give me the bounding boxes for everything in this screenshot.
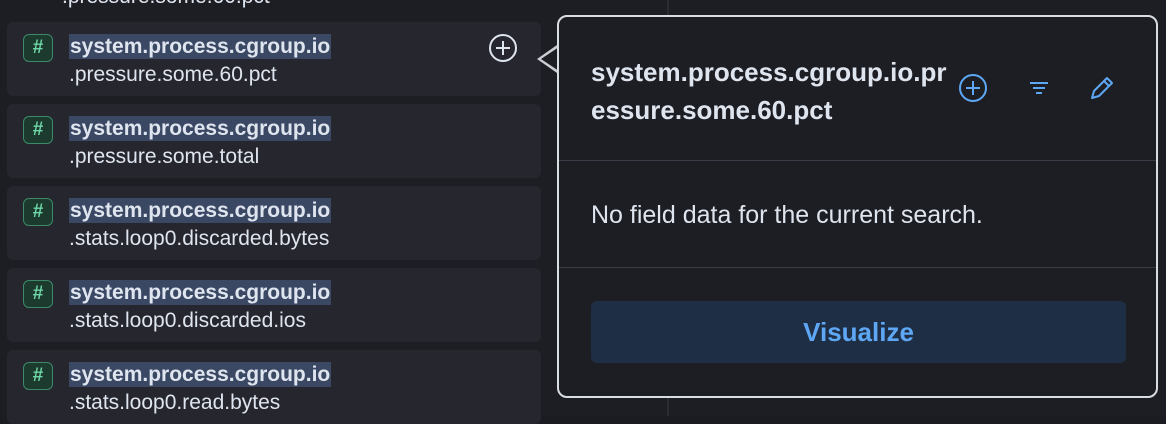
field-list-panel: .pressure.some.60.pct # system.process.c… [0, 0, 548, 424]
field-name-suffix: .stats.loop0.discarded.bytes [69, 227, 330, 250]
field-name-suffix: .pressure.some.60.pct [69, 63, 277, 86]
field-name-prefix: system.process.cgroup.io [69, 198, 332, 223]
field-item[interactable]: # system.process.cgroup.io .pressure.som… [7, 22, 541, 96]
field-name-prefix: system.process.cgroup.io [69, 116, 332, 141]
field-item[interactable]: # system.process.cgroup.io .stats.loop0.… [7, 186, 541, 260]
plus-in-circle-icon[interactable] [956, 71, 990, 105]
popover-divider [559, 267, 1156, 268]
field-item-partial-name: .pressure.some.60.pct [62, 0, 270, 9]
field-name-suffix: .pressure.some.total [69, 145, 260, 168]
field-item[interactable]: # system.process.cgroup.io .stats.loop0.… [7, 268, 541, 342]
field-name-suffix: .stats.loop0.discarded.ios [69, 309, 306, 332]
number-type-icon: # [23, 362, 53, 390]
field-item[interactable]: # system.process.cgroup.io .pressure.som… [7, 104, 541, 178]
number-type-icon: # [23, 116, 53, 144]
no-data-message: No field data for the current search. [591, 201, 983, 229]
number-type-icon: # [23, 198, 53, 226]
plus-in-circle-icon[interactable] [487, 32, 519, 64]
popover-title: system.process.cgroup.io.pressure.some.6… [591, 57, 947, 125]
number-type-icon: # [23, 280, 53, 308]
field-name-prefix: system.process.cgroup.io [69, 280, 332, 305]
popover-divider [559, 160, 1156, 161]
field-name-suffix: .stats.loop0.read.bytes [69, 391, 281, 414]
field-name-prefix: system.process.cgroup.io [69, 34, 332, 59]
field-item[interactable]: # system.process.cgroup.io .stats.loop0.… [7, 350, 541, 424]
filter-icon[interactable] [1022, 71, 1056, 105]
pencil-icon[interactable] [1085, 71, 1119, 105]
visualize-button[interactable]: Visualize [591, 301, 1126, 363]
field-name-prefix: system.process.cgroup.io [69, 362, 332, 387]
number-type-icon: # [23, 34, 53, 62]
field-details-popover: system.process.cgroup.io.pressure.some.6… [557, 15, 1158, 398]
